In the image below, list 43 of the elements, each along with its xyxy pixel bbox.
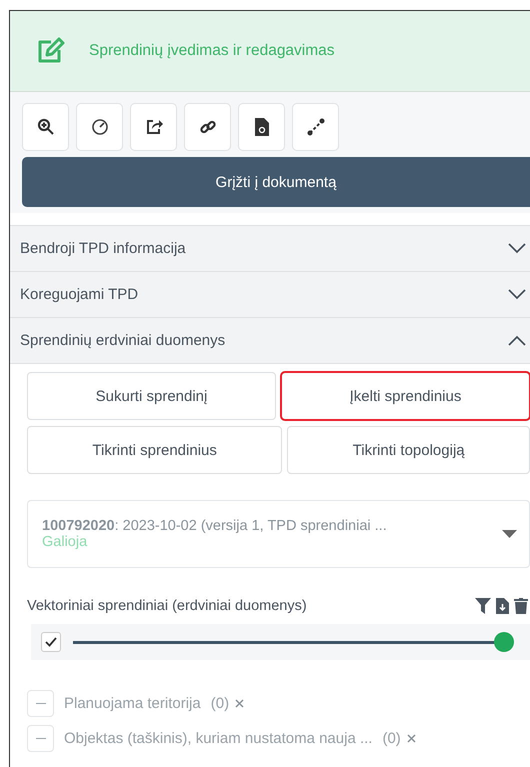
toolbar-button[interactable]	[130, 103, 177, 151]
collapse-toggle[interactable]	[27, 690, 54, 717]
layer-label: Planuojama teritorija	[64, 695, 201, 712]
back-to-document-button[interactable]: Grįžti į dokumentą	[22, 157, 530, 207]
action-button[interactable]: Sukurti sprendinį	[27, 372, 276, 420]
accordion-header[interactable]: Sprendinių erdviniai duomenys	[10, 318, 530, 364]
action-button[interactable]: Tikrinti topologiją	[287, 426, 530, 474]
action-button[interactable]: Įkelti sprendinius	[281, 372, 530, 420]
toolbar-button[interactable]	[238, 103, 285, 151]
trash-icon	[514, 598, 528, 614]
zoom-in-icon	[36, 118, 54, 136]
chevron-down-icon	[508, 243, 526, 254]
link-icon	[198, 118, 216, 136]
layer-label: Objektas (taškinis), kuriam nustatoma nauja ...	[64, 730, 372, 747]
action-button[interactable]: Tikrinti sprendinius	[27, 426, 282, 474]
accordion-header[interactable]: Koreguojami TPD	[10, 272, 530, 318]
toolbar-button[interactable]	[184, 103, 231, 151]
file-download-icon	[496, 598, 509, 614]
layer-count: (0)	[382, 730, 401, 747]
gauge-icon	[90, 118, 108, 136]
slider-thumb[interactable]	[494, 632, 514, 652]
panel-title: Sprendinių įvedimas ir redagavimas	[89, 42, 335, 60]
share-icon	[144, 118, 162, 136]
toolbar-button[interactable]	[76, 103, 123, 151]
version-text: 100792020: 2023-10-02 (versija 1, TPD sprendiniai ...	[42, 518, 387, 534]
layer-group-title: Vektoriniai sprendiniai (erdviniai duomenys)	[27, 598, 307, 614]
chevron-up-icon	[508, 335, 526, 346]
check-icon	[45, 637, 57, 647]
toolbar-button[interactable]	[292, 103, 339, 151]
collapse-toggle[interactable]	[27, 725, 54, 752]
opacity-slider[interactable]	[73, 632, 514, 652]
file-icon	[254, 118, 268, 136]
remove-icon[interactable]	[235, 699, 244, 708]
layer-count: (0)	[210, 695, 230, 712]
toolbar-button[interactable]	[22, 103, 69, 151]
line-nodes-icon	[306, 118, 324, 136]
status-text: Galioja	[42, 534, 88, 550]
remove-icon[interactable]	[406, 734, 416, 743]
checkbox[interactable]	[41, 632, 61, 652]
filter-icon	[475, 598, 491, 614]
dropdown-caret-icon	[502, 530, 517, 538]
accordion-header[interactable]: Bendroji TPD informacija	[10, 226, 530, 272]
chevron-down-icon	[508, 289, 526, 300]
